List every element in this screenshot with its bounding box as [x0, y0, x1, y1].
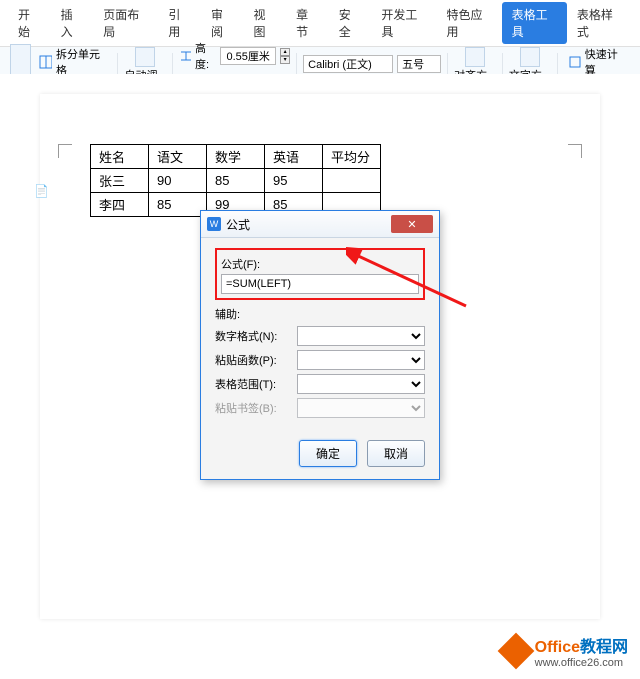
table-header-cell[interactable]: 数学	[207, 145, 265, 169]
table-header-cell[interactable]: 英语	[265, 145, 323, 169]
app-icon: W	[207, 217, 221, 231]
table-cell[interactable]	[323, 169, 381, 193]
paste-function-label: 粘贴函数(P):	[215, 352, 291, 368]
assist-label: 辅助:	[215, 306, 425, 322]
table-header-row: 姓名 语文 数学 英语 平均分	[91, 145, 381, 169]
table-header-cell[interactable]: 平均分	[323, 145, 381, 169]
split-cell-label: 拆分单元格	[56, 46, 107, 78]
formula-dialog: W 公式 ✕ 公式(F): 辅助: 数字格式(N): 粘贴函数(P): 表格范围…	[200, 210, 440, 480]
table-cell[interactable]: 张三	[91, 169, 149, 193]
close-button[interactable]: ✕	[391, 215, 433, 233]
menu-insert[interactable]: 插入	[51, 2, 94, 44]
formula-input[interactable]	[221, 274, 419, 294]
ok-button[interactable]: 确定	[299, 440, 357, 467]
row-height-icon	[179, 49, 191, 63]
text-direction-icon	[520, 47, 540, 67]
table-row: 张三 90 85 95	[91, 169, 381, 193]
highlight-annotation: 公式(F):	[215, 248, 425, 300]
height-spinner[interactable]: ▴▾	[280, 48, 290, 64]
calc-icon	[568, 55, 581, 69]
watermark-icon	[497, 633, 534, 670]
height-label: 高度:	[195, 40, 216, 72]
cancel-button[interactable]: 取消	[367, 440, 425, 467]
menu-review[interactable]: 审阅	[201, 2, 244, 44]
formula-field-label: 公式(F):	[221, 256, 419, 272]
row-height-input[interactable]	[220, 47, 276, 65]
paste-bookmark-select	[297, 398, 425, 418]
table-cell[interactable]: 95	[265, 169, 323, 193]
page-corner-tr	[568, 144, 582, 158]
paste-function-select[interactable]	[297, 350, 425, 370]
quick-calc-label: 快速计算	[585, 46, 626, 78]
table-cell[interactable]: 85	[149, 193, 207, 217]
menu-chapter[interactable]: 章节	[286, 2, 329, 44]
table-header-cell[interactable]: 语文	[149, 145, 207, 169]
menu-start[interactable]: 开始	[8, 2, 51, 44]
watermark-brand: Office教程网	[535, 633, 628, 657]
table-range-label: 表格范围(T):	[215, 376, 291, 392]
menu-special[interactable]: 特色应用	[437, 2, 502, 44]
table-cell[interactable]: 90	[149, 169, 207, 193]
watermark: Office教程网 www.office26.com	[503, 633, 628, 669]
number-format-select[interactable]	[297, 326, 425, 346]
table-cell[interactable]: 85	[207, 169, 265, 193]
menu-table-tools[interactable]: 表格工具	[502, 2, 567, 44]
menu-devtools[interactable]: 开发工具	[371, 2, 436, 44]
page-corner-tl	[58, 144, 72, 158]
menu-view[interactable]: 视图	[244, 2, 287, 44]
menu-bar: 开始 插入 页面布局 引用 审阅 视图 章节 安全 开发工具 特色应用 表格工具…	[0, 0, 640, 47]
menu-layout[interactable]: 页面布局	[93, 2, 158, 44]
dialog-title: 公式	[226, 216, 250, 233]
table-range-select[interactable]	[297, 374, 425, 394]
split-cell-icon	[39, 55, 52, 69]
dialog-titlebar[interactable]: W 公式 ✕	[201, 211, 439, 238]
paragraph-mark-icon: 📄	[34, 184, 49, 198]
auto-fit-icon	[135, 47, 155, 67]
menu-reference[interactable]: 引用	[158, 2, 201, 44]
table-header-cell[interactable]: 姓名	[91, 145, 149, 169]
table-cell[interactable]: 李四	[91, 193, 149, 217]
font-size-select[interactable]	[397, 55, 441, 73]
paste-bookmark-label: 粘贴书签(B):	[215, 400, 291, 416]
font-name-select[interactable]	[303, 55, 393, 73]
number-format-label: 数字格式(N):	[215, 328, 291, 344]
align-icon	[465, 47, 485, 67]
data-table[interactable]: 姓名 语文 数学 英语 平均分 张三 90 85 95 李四 85 99 85	[90, 144, 381, 217]
watermark-url: www.office26.com	[535, 657, 628, 669]
menu-security[interactable]: 安全	[329, 2, 372, 44]
menu-table-style[interactable]: 表格样式	[567, 2, 632, 44]
